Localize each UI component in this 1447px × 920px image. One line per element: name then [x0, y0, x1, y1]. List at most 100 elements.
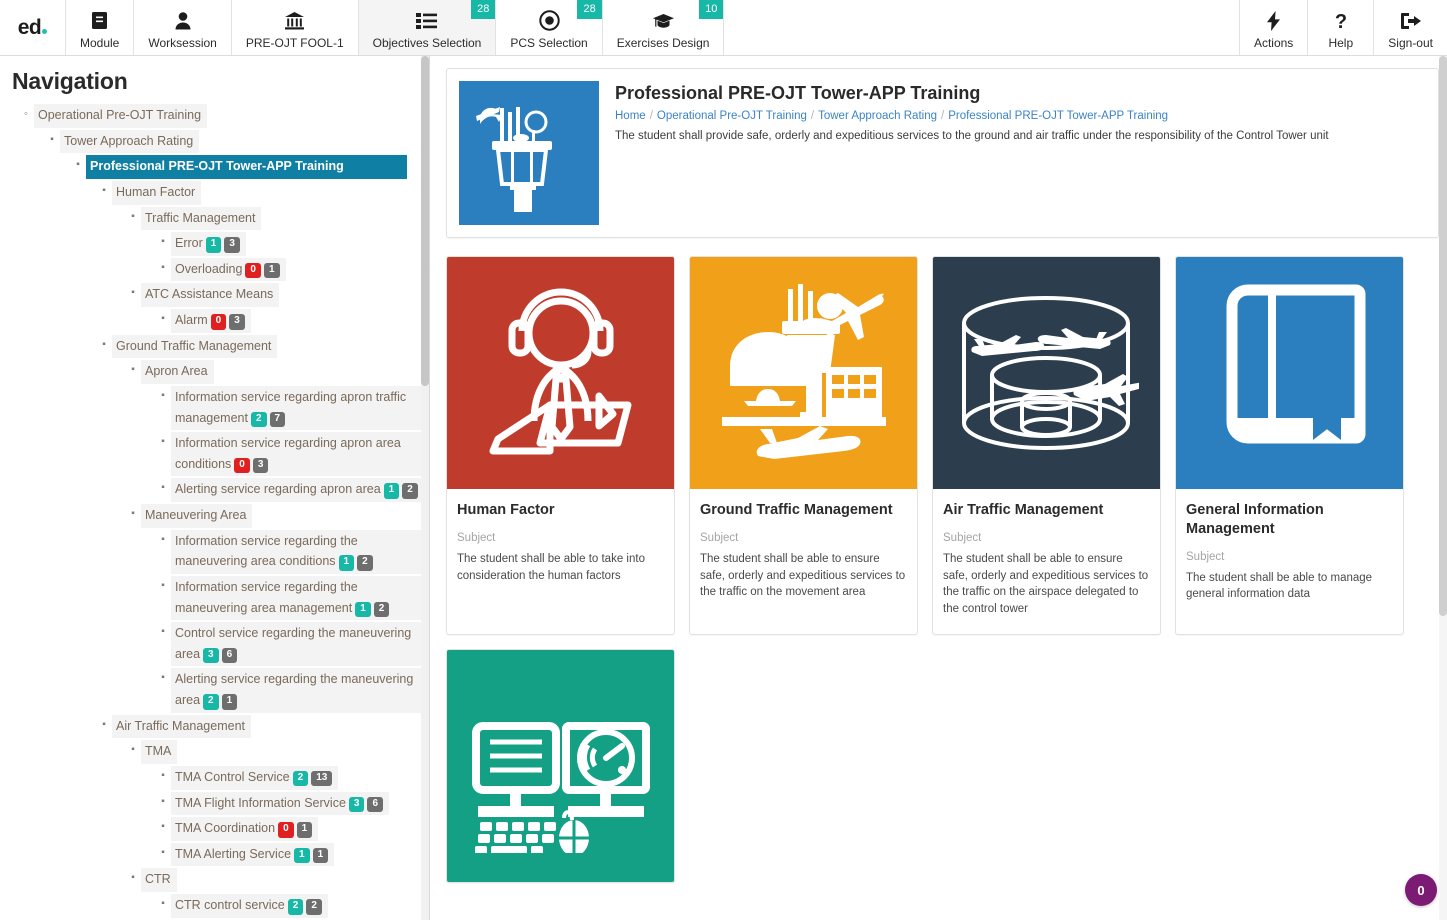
tree-item-count-badge: 3 — [203, 647, 219, 664]
tab-exercises-design[interactable]: 10 Exercises Design — [602, 0, 725, 55]
tree-item-label: Control service regarding the maneuverin… — [171, 622, 429, 667]
tree-item-label: Overloading 0 1 — [171, 257, 286, 282]
tree-item-label: Ground Traffic Management — [112, 334, 278, 359]
tab-label: Help — [1328, 35, 1354, 50]
breadcrumb-link[interactable]: Operational Pre-OJT Training — [657, 110, 807, 122]
breadcrumb-link[interactable]: Tower Approach Rating — [818, 110, 937, 122]
tab-module[interactable]: Module — [66, 0, 135, 55]
tab-pcs-selection[interactable]: 28 PCS Selection — [496, 0, 603, 55]
subject-card-sublabel: Subject — [457, 531, 496, 544]
tree-bullet-square-icon: ▪ — [76, 159, 80, 171]
tree-item[interactable]: ▪ Maneuvering Area — [0, 503, 429, 529]
course-info: Professional PRE-OJT Tower-APP Training … — [615, 81, 1426, 225]
tree-item-count-badge: 2 — [373, 601, 390, 617]
brand-dot-icon — [42, 28, 48, 34]
tree-item-count-badge: 7 — [269, 411, 286, 427]
tree-item[interactable]: ▪ Information service regarding apron tra… — [0, 385, 429, 431]
tree-item[interactable]: ◦ Operational Pre-OJT Training — [0, 103, 429, 129]
tree-item[interactable]: ▪ Human Factor — [0, 180, 429, 206]
tree-bullet-square-icon: ▪ — [131, 744, 135, 756]
tree-item-label: Operational Pre-OJT Training — [34, 104, 208, 128]
breadcrumb-link[interactable]: Professional PRE-OJT Tower-APP Training — [948, 110, 1168, 122]
tree-bullet-square-icon: ▪ — [161, 389, 165, 401]
tree-item[interactable]: ▪ Tower Approach Rating — [0, 129, 429, 155]
tree-item[interactable]: ▪ Apron Area — [0, 359, 429, 385]
tree-item[interactable]: ▪ Ground Traffic Management — [0, 334, 429, 360]
tree-item[interactable]: ▪ Information service regarding the maneu… — [0, 529, 429, 575]
tree-bullet-circle-icon: ◦ — [24, 108, 28, 120]
tree-item[interactable]: ▪ Information service regarding the maneu… — [0, 575, 429, 621]
tab-help[interactable]: ? Help — [1307, 0, 1374, 55]
tree-item[interactable]: ▪ Traffic Management — [0, 206, 429, 232]
tree-item-count-badge: 6 — [367, 796, 384, 812]
tree-item[interactable]: ▪ CTR — [0, 867, 429, 893]
tree-item-count-badge: 2 — [357, 555, 373, 571]
tree-item-count-badge: 13 — [311, 770, 333, 787]
scrollbar-thumb[interactable] — [421, 56, 429, 386]
course-header-card: Professional PRE-OJT Tower-APP Training … — [446, 68, 1439, 238]
breadcrumb-link[interactable]: Home — [615, 110, 646, 122]
workstation-radar-icon — [468, 678, 653, 854]
tree-item[interactable]: ▪ Information service regarding apron are… — [0, 431, 429, 477]
subject-card[interactable] — [446, 648, 675, 883]
tree-item[interactable]: ▪ Control service regarding the maneuveri… — [0, 621, 429, 667]
tree-item-count-badge: 1 — [383, 483, 400, 499]
tree-item[interactable]: ▪ Air Traffic Management — [0, 714, 429, 740]
tab-objectives-selection[interactable]: 28 Objectives Selection — [358, 0, 497, 55]
tab-label: Worksession — [148, 35, 217, 50]
tree-item[interactable]: ▪ ATC Assistance Means — [0, 282, 429, 308]
subject-card-title: General Information Management — [1186, 502, 1324, 537]
tree-item[interactable]: ▪ Professional PRE-OJT Tower-APP Training — [0, 154, 429, 180]
secondary-tabs: Actions ? Help Sign-out — [1238, 0, 1447, 55]
tree-item[interactable]: ▪ Alerting service regarding apron area 1 2 — [0, 477, 429, 503]
subject-card-description: The student shall be able to ensure safe… — [943, 552, 1149, 615]
subject-card[interactable]: Human Factor Subject The student shall be … — [446, 256, 675, 635]
tree-item-label: CTR control service 2 2 — [171, 894, 328, 918]
tree-item-label: TMA Alerting Service 1 1 — [171, 842, 335, 867]
subject-card-body: Ground Traffic Management Subject The stud… — [690, 489, 917, 621]
tree-item-count-badge: 3 — [252, 457, 269, 474]
tree-item-count-badge: 2 — [292, 770, 309, 787]
content-scrollbar[interactable] — [1439, 56, 1447, 920]
grid-list-icon — [416, 9, 438, 33]
subject-card-description: The student shall be able to take into c… — [457, 552, 645, 582]
course-thumbnail — [459, 81, 599, 225]
tree-bullet-square-icon: ▪ — [161, 533, 165, 545]
tree-item[interactable]: ▪ Error 1 3 — [0, 231, 429, 257]
tree-item[interactable]: ▪ TMA Alerting Service 1 1 — [0, 842, 429, 868]
scrollbar-thumb[interactable] — [1439, 56, 1447, 616]
tab-badge: 28 — [471, 0, 496, 19]
bolt-icon — [1266, 9, 1281, 33]
breadcrumb-separator: / — [810, 110, 815, 122]
tab-badge: 28 — [577, 0, 602, 19]
subject-card-title: Air Traffic Management — [943, 502, 1104, 518]
tree-item[interactable]: ▪ Overloading 0 1 — [0, 257, 429, 283]
tree-item-label: Information service regarding the maneuv… — [171, 529, 429, 574]
tab-pre-ojt-fool-1[interactable]: PRE-OJT FOOL-1 — [231, 0, 359, 55]
tab-badge: 10 — [699, 0, 724, 19]
navigation-scrollbar[interactable] — [421, 56, 429, 920]
tree-bullet-square-icon: ▪ — [131, 287, 135, 299]
tree-item[interactable]: ▪ Alarm 0 3 — [0, 308, 429, 334]
tree-item[interactable]: ▪ Alerting service regarding the maneuver… — [0, 667, 429, 713]
tree-item[interactable]: ▪ TMA — [0, 739, 429, 765]
user-icon — [174, 9, 192, 33]
tree-bullet-square-icon: ▪ — [161, 769, 165, 781]
tree-item-label: Air Traffic Management — [112, 714, 251, 739]
subject-card[interactable]: General Information Management Subject The… — [1175, 256, 1404, 635]
tab-actions[interactable]: Actions — [1238, 0, 1308, 55]
app-logo[interactable]: ed — [0, 0, 66, 55]
tab-worksession[interactable]: Worksession — [134, 0, 232, 55]
navigation-tree: ◦ Operational Pre-OJT Training ▪ Tower Appr… — [0, 103, 429, 920]
tree-item-count-badge: 3 — [224, 237, 240, 253]
subject-card[interactable]: Ground Traffic Management Subject The stud… — [689, 256, 918, 635]
tree-item[interactable]: ▪ CTR control service 2 2 — [0, 893, 429, 919]
notification-badge-button[interactable]: 0 — [1405, 874, 1437, 906]
tree-item-count-badge: 1 — [263, 262, 280, 279]
tree-item[interactable]: ▪ TMA Coordination 0 1 — [0, 816, 429, 842]
tree-item[interactable]: ▪ TMA Control Service 2 13 — [0, 765, 429, 791]
subject-card[interactable]: Air Traffic Management Subject The student… — [932, 256, 1161, 635]
tab-sign-out[interactable]: Sign-out — [1373, 0, 1447, 55]
subject-card-sublabel: Subject — [1186, 550, 1225, 563]
tree-item[interactable]: ▪ TMA Flight Information Service 3 6 — [0, 791, 429, 817]
